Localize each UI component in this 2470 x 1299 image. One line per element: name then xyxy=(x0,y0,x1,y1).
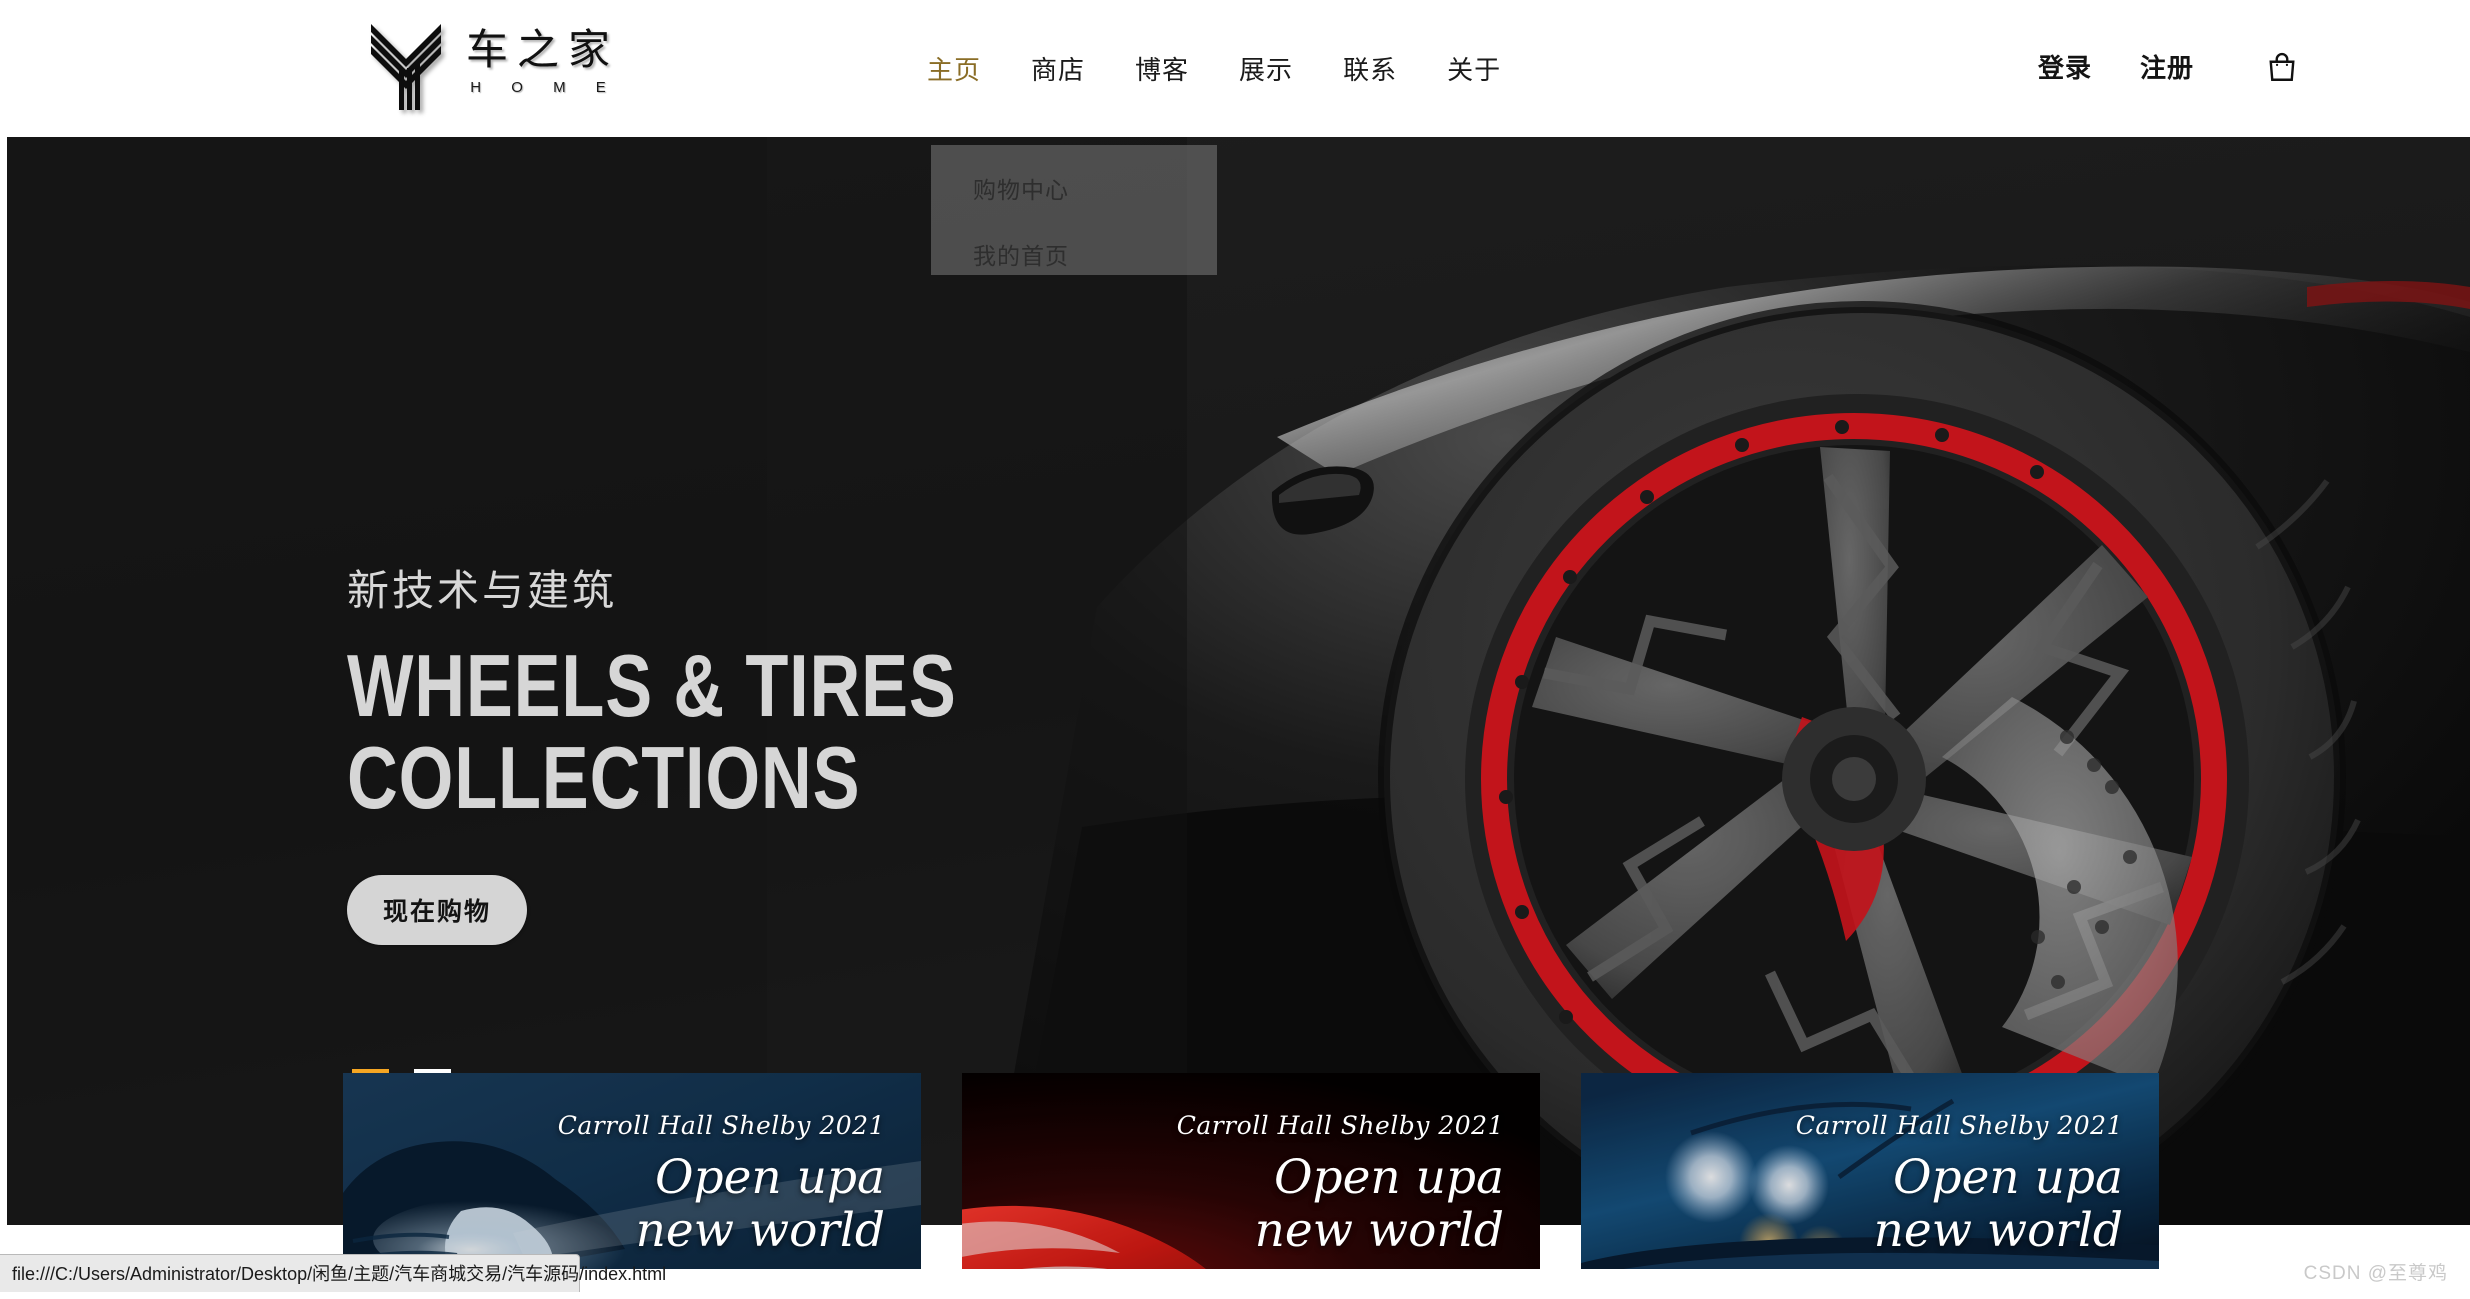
card-headline-line-2: new world xyxy=(635,1202,885,1258)
site-header: 车之家 H O M E 主页 商店 博客 展示 联系 关于 登录 注册 xyxy=(7,0,2470,137)
card-subtitle: Carroll Hall Shelby 2021 xyxy=(1795,1111,2123,1140)
dropdown-item-shopping-center[interactable]: 购物中心 xyxy=(973,171,1217,205)
browser-status-bar: file:///C:/Users/Administrator/Desktop/闲… xyxy=(0,1254,666,1292)
csdn-watermark: CSDN @至尊鸡 xyxy=(2303,1263,2448,1284)
register-link[interactable]: 注册 xyxy=(2140,48,2194,85)
card-subtitle: Carroll Hall Shelby 2021 xyxy=(1176,1111,1504,1140)
nav-item-showcase[interactable]: 展示 xyxy=(1239,50,1293,87)
brand-name-cn: 车之家 xyxy=(466,25,620,73)
brand-name-en: H O M E xyxy=(470,79,619,97)
promo-card[interactable]: Carroll Hall Shelby 2021 Open upa new wo… xyxy=(1581,1073,2159,1270)
card-headline-line-1: Open upa xyxy=(1892,1150,2123,1205)
nav-item-blog[interactable]: 博客 xyxy=(1135,50,1189,87)
card-headline-line-1: Open upa xyxy=(1273,1150,1504,1205)
card-text: Carroll Hall Shelby 2021 Open upa new wo… xyxy=(1177,1111,1504,1257)
hero-copy: 新技术与建筑 WHEELS & TIRES COLLECTIONS 现在购物 xyxy=(347,557,1109,945)
header-actions: 登录 注册 xyxy=(2038,48,2300,85)
card-headline-line-2: new world xyxy=(1254,1202,1504,1258)
brand-text: 车之家 H O M E xyxy=(457,25,620,100)
hero-title-line-1: WHEELS & TIRES xyxy=(347,636,957,735)
nav-item-about[interactable]: 关于 xyxy=(1447,50,1501,87)
promo-cards-row: Carroll Hall Shelby 2021 Open upa new wo… xyxy=(343,1073,2159,1270)
shop-now-button[interactable]: 现在购物 xyxy=(347,874,528,945)
card-subtitle: Carroll Hall Shelby 2021 xyxy=(557,1111,885,1140)
hero-kicker: 新技术与建筑 xyxy=(347,567,618,614)
hero-banner: 新技术与建筑 WHEELS & TIRES COLLECTIONS 现在购物 xyxy=(7,137,2470,1225)
card-headline-line-1: Open upa xyxy=(654,1150,885,1205)
brand-logo[interactable]: 车之家 H O M E xyxy=(369,18,619,110)
card-headline-line-2: new world xyxy=(1873,1202,2123,1258)
page-frame: 车之家 H O M E 主页 商店 博客 展示 联系 关于 登录 注册 新技术与… xyxy=(7,0,2470,1270)
main-navigation: 主页 商店 博客 展示 联系 关于 xyxy=(927,50,1501,87)
promo-card[interactable]: Carroll Hall Shelby 2021 Open upa new wo… xyxy=(343,1073,921,1270)
hero-title-line-2: COLLECTIONS xyxy=(347,728,861,828)
login-link[interactable]: 登录 xyxy=(2038,48,2092,85)
card-text: Carroll Hall Shelby 2021 Open upa new wo… xyxy=(558,1111,885,1257)
nav-item-shop[interactable]: 商店 xyxy=(1031,50,1085,87)
browser-viewport: 车之家 H O M E 主页 商店 博客 展示 联系 关于 登录 注册 新技术与… xyxy=(0,0,2470,1299)
promo-card[interactable]: Carroll Hall Shelby 2021 Open upa new wo… xyxy=(962,1073,1540,1270)
shopping-bag-icon[interactable] xyxy=(2264,49,2300,85)
dropdown-item-my-homepage[interactable]: 我的首页 xyxy=(973,237,1217,271)
nav-dropdown-menu: 购物中心 我的首页 xyxy=(931,145,1217,275)
nav-item-home[interactable]: 主页 xyxy=(927,50,981,87)
chevron-trident-logo-icon xyxy=(371,24,441,110)
nav-item-contact[interactable]: 联系 xyxy=(1343,50,1397,87)
card-text: Carroll Hall Shelby 2021 Open upa new wo… xyxy=(1796,1111,2123,1257)
hero-title: WHEELS & TIRES COLLECTIONS xyxy=(347,639,957,828)
